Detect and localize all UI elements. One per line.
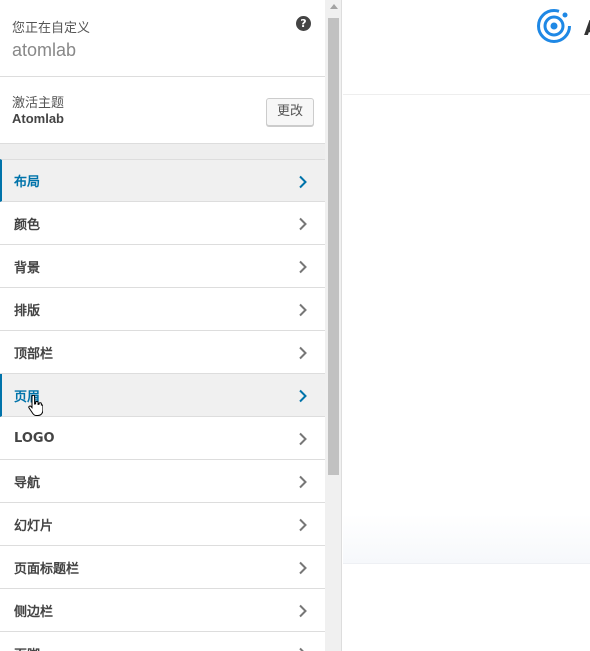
panel-label: 导航 [14,475,41,491]
panel-item[interactable]: 页脚 [0,632,325,651]
chevron-right-icon [299,561,307,575]
question-circle-icon[interactable]: ? [296,16,311,31]
chevron-right-icon [299,346,307,360]
chevron-right-icon [299,475,307,489]
panel-item[interactable]: 页眉 [0,374,325,417]
scroll-up-arrow-icon[interactable] [330,4,338,9]
customize-info-header: 您正在自定义 atomlab ? [0,0,325,77]
scrollbar-thumb[interactable] [328,18,339,475]
panel-label: LOGO [14,430,55,446]
active-theme-name: Atomlab [12,111,64,126]
panel-item[interactable]: 页面标题栏 [0,546,325,589]
panel-item[interactable]: 背景 [0,245,325,288]
preview-logo-text: A [584,16,590,40]
panel-label: 页脚 [14,644,40,651]
panel-label: 布局 [14,175,41,190]
panel-item[interactable]: 布局 [0,159,325,202]
preview-header: A [343,0,590,95]
panel-item[interactable]: 顶部栏 [0,331,325,374]
panel-item[interactable]: 导航 [0,460,325,503]
panel-label: 排版 [14,303,41,319]
panel-label: 颜色 [14,217,41,233]
panel-item[interactable]: 排版 [0,288,325,331]
chevron-right-icon [299,260,307,274]
atom-logo-icon[interactable] [536,8,572,44]
panel-label: 页面标题栏 [14,561,80,577]
chevron-right-icon [299,647,304,651]
panel-label: 背景 [14,260,41,276]
customizer-sidebar: 您正在自定义 atomlab ? 激活主题 Atomlab 更改 布局颜色背景排… [0,0,342,651]
active-theme-section: 激活主题 Atomlab 更改 [0,77,325,144]
hand-cursor-icon [28,395,43,416]
panel-label: 顶部栏 [14,346,54,362]
panel-item[interactable]: 侧边栏 [0,589,325,632]
customizing-label: 您正在自定义 [12,21,91,36]
chevron-right-icon [299,175,307,189]
site-name: atomlab [12,40,77,60]
panel-item[interactable]: LOGO [0,417,325,460]
panel-item[interactable]: 幻灯片 [0,503,325,546]
chevron-right-icon [299,217,307,231]
change-theme-button[interactable]: 更改 [266,98,314,126]
site-preview: A [343,0,590,651]
panel-label: 侧边栏 [14,604,54,620]
chevron-right-icon [299,518,307,532]
panel-item[interactable]: 颜色 [0,202,325,245]
panel-list: 布局颜色背景排版顶部栏页眉 LOGO 导航幻灯片页面标题栏侧边栏页脚 [0,159,325,651]
sidebar-scrollbar[interactable] [325,0,341,651]
panel-label: 幻灯片 [14,518,54,534]
chevron-right-icon [299,604,307,618]
preview-content-band [343,514,590,564]
sidebar-content: 您正在自定义 atomlab ? 激活主题 Atomlab 更改 布局颜色背景排… [0,0,325,651]
chevron-right-icon [299,389,307,403]
chevron-right-icon [299,303,307,317]
active-theme-label: 激活主题 [12,96,65,111]
chevron-right-icon [299,432,307,446]
